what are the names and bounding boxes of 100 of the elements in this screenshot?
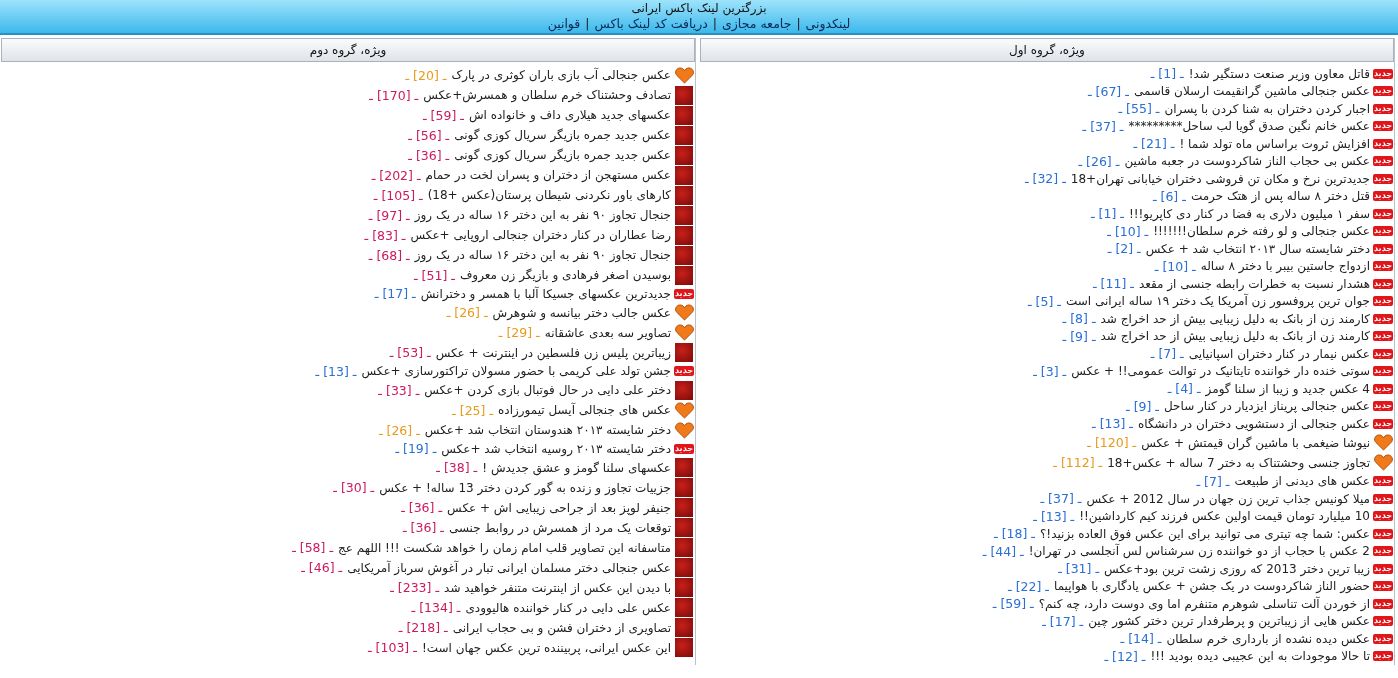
link-title[interactable]: کارمند زن از بانک به دلیل زیبایی بیش از حد اخراج شد (1100, 329, 1370, 344)
link-title[interactable]: عکس جنجالی ماشین گرانقیمت ارسلان قاسمی (1133, 84, 1370, 99)
view-count: ـ [2] ـ (1107, 241, 1141, 257)
link-title[interactable]: عکس جنجالی پریناز ایزدیار در کنار ساحل (1164, 399, 1370, 414)
view-count: ـ [103] ـ (368, 640, 417, 655)
view-count: ـ [105] ـ (373, 187, 423, 203)
link-title[interactable]: تجاوز جنسی وحشتناک به دختر 7 ساله + عکس+18 (1107, 455, 1370, 470)
new-badge: جدید (1373, 191, 1393, 202)
link-title[interactable]: تا حالا موجودات به این عجیبی دیده بودید !!! (1150, 649, 1370, 664)
view-count: ـ [31] ـ (1058, 561, 1100, 577)
link-title[interactable]: دختر شایسته ۲۰۱۳ روسیه انتخاب شد +عکس (441, 441, 671, 456)
view-count: ـ [218] ـ (398, 620, 448, 635)
link-title[interactable]: عکس علی دایی در کنار خواننده هالیوودی (465, 600, 671, 615)
link-title[interactable]: با دیدن این عکس از اینترنت متنفر خواهید شد (444, 580, 671, 595)
link-title[interactable]: جشن تولد علی کریمی با حضور مسولان تراکتورسازی +عکس (361, 364, 671, 379)
link-title[interactable]: از خوردن آلت تناسلی شوهرم متنفرم اما وی دوست دارد، چه کنم؟ (1038, 596, 1370, 611)
link-title[interactable]: دختر شایسته سال ۲۰۱۳ انتخاب شد + عکس (1145, 241, 1370, 256)
new-badge: جدید (1373, 348, 1393, 359)
view-count: ـ [170] ـ (369, 87, 419, 103)
heart-icon (1373, 434, 1393, 451)
view-count: ـ [13] ـ (315, 363, 357, 379)
link-title[interactable]: عکس جنجالی و لو رفته خرم سلطان!!!!!!! (1153, 224, 1370, 239)
link-title[interactable]: ازدواج جاستین بیبر با دختر ۸ ساله (1200, 259, 1370, 274)
square-icon (675, 458, 693, 477)
link-title[interactable]: جدیدترین نرخ و مکان تن فروشی دختران خیابانی تهران+18 (1070, 171, 1370, 186)
view-count: ـ [22] ـ (1008, 578, 1049, 594)
link-title[interactable]: عکس جنجالی دختر مسلمان ایرانی تبار در آغوش سرباز آمریکایی (347, 560, 671, 575)
link-title[interactable]: عکس دیده نشده از بارداری خرم سلطان (1166, 631, 1370, 646)
link-title[interactable]: جوان ترین پروفسور زن آمریکا یک دختر ۱۹ ساله ایرانی است (1065, 294, 1370, 309)
nav-link[interactable]: جامعه مجازی (722, 16, 792, 32)
new-badge: جدید (1373, 546, 1393, 557)
view-count: ـ [36] ـ (401, 500, 443, 515)
link-title[interactable]: تصاویر سه بعدی عاشقانه (544, 325, 671, 340)
link-title[interactable]: 10 میلیارد تومان قیمت اولین عکس فرزند کیم کارداشین!! (1079, 509, 1370, 524)
link-title[interactable]: میلا کونیس جذاب ترین زن جهان در سال 2012 + عکس (1086, 491, 1370, 506)
link-title[interactable]: رضا عطاران در کنار دختران جنجالی اروپایی +عکس (410, 228, 671, 242)
link-title[interactable]: عکسهای جدید هیلاری داف و خانواده اش (468, 108, 671, 122)
link-title[interactable]: جنجال تجاوز ۹۰ نفر به این دختر ۱۶ ساله در یک روز (414, 248, 671, 262)
link-title[interactable]: عکس مستهجن از دختران و پسران لخت در حمام (425, 168, 671, 182)
view-count: ـ [20] ـ (405, 67, 447, 83)
view-count: ـ [9] ـ (1062, 328, 1096, 344)
new-badge: جدید (674, 366, 694, 377)
link-title[interactable]: عکس جنجالی آب بازی باران کوثری در پارک (451, 68, 671, 82)
view-count: ـ [112] ـ (1053, 455, 1103, 470)
link-title[interactable]: قتل دختر ۸ ساله پس از هتک حرمت (1190, 189, 1370, 204)
link-title[interactable]: این عکس ایرانی، پربیننده ترین عکس جهان است! (421, 640, 671, 655)
link-title[interactable]: توقعات یک مرد از همسرش در روابط جنسی (448, 520, 671, 535)
new-badge: جدید (1373, 563, 1393, 574)
view-count: ـ [1] ـ (1090, 206, 1124, 222)
link-title[interactable]: اجبار کردن دختران به شنا کردن با پسران (1164, 101, 1370, 116)
link-title[interactable]: کارمند زن از بانک به دلیل زیبایی بیش از حد اخراج شد (1100, 311, 1370, 326)
link-title[interactable]: زیباترین پلیس زن فلسطین در اینترنت + عکس (435, 345, 671, 360)
nav-link[interactable]: لینکدونی (805, 16, 851, 32)
link-title[interactable]: جدیدترین عکسهای جسیکا آلبا با همسر و دخترانش (420, 286, 671, 301)
site-title: بزرگترین لینک باکس ایرانی (631, 1, 767, 16)
link-title[interactable]: تصاویری از دختران فشن و بی حجاب ایرانی (452, 620, 671, 635)
link-title[interactable]: بوسیدن اصغر فرهادی و بازیگر زن معروف (459, 268, 671, 282)
new-badge: جدید (1373, 208, 1393, 219)
link-title[interactable]: سوتی خنده دار خواننده تایتانیک در توالت عمومی!! + عکس (1071, 364, 1370, 379)
link-title[interactable]: عکس جدید جمره بازیگر سریال کوزی گونی (454, 148, 671, 162)
new-badge: جدید (1373, 261, 1393, 272)
link-title[interactable]: دختر علی دایی در حال فوتبال بازی کردن +عکس (424, 383, 671, 397)
link-title[interactable]: کارهای باور نکردنی شیطان پرستان(عکس +18) (427, 188, 671, 202)
link-title[interactable]: عکس: شما چه تیتری می توانید برای این عکس فوق العاده بزنید!؟ (1039, 526, 1370, 541)
link-title[interactable]: عکس های دیدنی از طبیعت (1234, 474, 1370, 489)
link-title[interactable]: افزایش ثروت براساس ماه تولد شما ! (1179, 136, 1370, 151)
link-title[interactable]: عکس خانم نگین صدق گویا لب ساحل********* (1128, 119, 1370, 134)
link-title[interactable]: عکس بی حجاب الناز شاکردوست در جعبه ماشین (1124, 154, 1370, 169)
link-title[interactable]: عکس جنجالی از دستشویی دختران در دانشگاه (1137, 416, 1370, 431)
link-title[interactable]: قاتل معاون وزیر صنعت دستگیر شد! (1188, 66, 1370, 81)
view-count: ـ [1] ـ (1150, 66, 1184, 82)
link-title[interactable]: عکسهای سلنا گومز و عشق جدیدش ! (482, 460, 671, 475)
link-title[interactable]: سفر ۱ میلیون دلاری به فضا در کنار دی کاپریو!!! (1128, 206, 1370, 221)
link-title[interactable]: جنجال تجاوز ۹۰ نفر به این دختر ۱۶ ساله در یک روز (414, 208, 671, 222)
view-count: ـ [51] ـ (414, 267, 455, 283)
link-title[interactable]: نیوشا ضیغمی با ماشین گران قیمتش + عکس (1141, 435, 1370, 450)
link-title[interactable]: عکس های جنجالی آیسل تیمورزاده (498, 403, 671, 417)
link-title[interactable]: عکس جدید جمره بازیگر سریال کوزی گونی (454, 128, 671, 142)
link-title[interactable]: 2 عکس با حجاب از دو خواننده زن سرشناس لس آنجلسی در تهران! (1028, 544, 1370, 559)
link-title[interactable]: تصادف وحشتناک خرم سلطان و همسرش+عکس (423, 88, 671, 102)
nav-link[interactable]: قوانین (547, 16, 581, 32)
nav-link[interactable]: دریافت کد لینک باکس (594, 16, 708, 32)
new-badge: جدید (1373, 68, 1393, 79)
link-title[interactable]: متاسفانه این تصاویر قلب امام زمان را خواهد شکست !!! اللهم عج (338, 540, 671, 555)
link-title[interactable]: 4 عکس جدید و زیبا از سلنا گومز (1205, 381, 1370, 396)
link-title[interactable]: عکس نیمار در کنار دختران اسپانیایی (1188, 346, 1370, 361)
new-badge: جدید (1373, 86, 1393, 97)
square-icon (675, 85, 693, 105)
link-title[interactable]: زیبا ترین دختر 2013 که روزی زشت ترین بود+عکس (1104, 561, 1370, 576)
new-badge: جدید (1373, 633, 1393, 644)
link-title[interactable]: جنیفر لوپز بعد از جراحی زیبایی اش + عکس (447, 500, 671, 515)
view-count: ـ [21] ـ (1133, 136, 1175, 152)
link-title[interactable]: هشدار نسبت به خطرات رابطه جنسی از مقعد (1138, 276, 1370, 291)
new-badge: جدید (1373, 581, 1393, 592)
link-title[interactable]: دختر شایسته ۲۰۱۳ هندوستان انتخاب شد +عکس (424, 423, 671, 437)
link-title[interactable]: حضور الناز شاکردوست در یک جشن + عکس یادگاری با هواپیما (1054, 579, 1370, 594)
link-title[interactable]: عکس هایی از زیباترین و پرطرفدار ترین دختر کشور چین (1088, 614, 1370, 629)
view-count: ـ [44] ـ (982, 543, 1024, 559)
link-title[interactable]: جزییات تجاوز و زنده به گور کردن دختر 13 ساله! + عکس (379, 480, 671, 495)
link-title[interactable]: عکس جالب دختر بیانسه و شوهرش (492, 305, 671, 320)
